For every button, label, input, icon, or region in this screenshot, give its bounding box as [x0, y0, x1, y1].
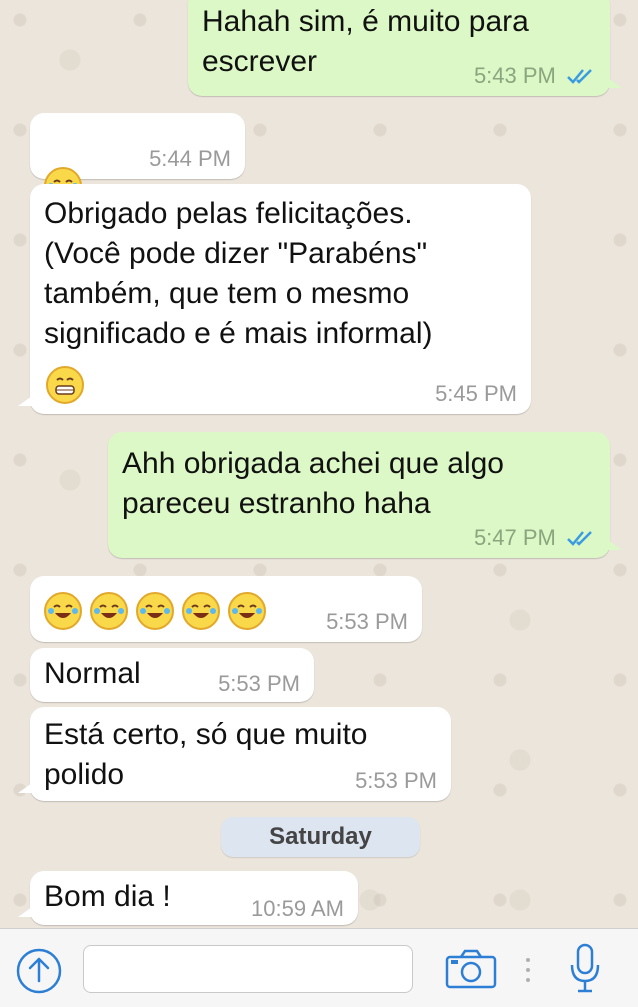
- tears-of-joy-emoji-icon: [182, 592, 220, 630]
- message-bubble-incoming[interactable]: 5:44 PM: [30, 113, 245, 205]
- message-time: 5:53 PM: [218, 671, 300, 696]
- emoji-row: [44, 592, 274, 641]
- upload-icon[interactable]: [15, 947, 63, 1000]
- microphone-icon[interactable]: [568, 943, 602, 1002]
- message-text: Obrigado pelas felicitações. (Você pode …: [44, 197, 433, 350]
- message-time: 10:59 AM: [251, 896, 344, 921]
- tears-of-joy-emoji-icon: [44, 592, 82, 630]
- message-time: 5:53 PM: [355, 768, 437, 793]
- message-text: Normal: [44, 657, 141, 690]
- message-bubble-incoming[interactable]: Está certo, só que muito polido 5:53 PM: [18, 707, 451, 801]
- grimacing-emoji-icon: [46, 366, 84, 404]
- tears-of-joy-emoji-icon: [228, 592, 266, 630]
- message-text: Ahh obrigada achei que algo pareceu estr…: [122, 447, 504, 520]
- message-time: 5:47 PM: [474, 526, 596, 550]
- tears-of-joy-emoji-icon: [90, 592, 128, 630]
- camera-icon[interactable]: [445, 949, 497, 994]
- message-text: Está certo, só que muito polido: [44, 718, 368, 791]
- read-receipt-icon: [567, 531, 592, 546]
- message-bubble-incoming[interactable]: Bom dia ! 10:59 AM: [18, 871, 358, 925]
- emoji-row: [46, 366, 92, 415]
- message-bubble-outgoing[interactable]: Ahh obrigada achei que algo pareceu estr…: [108, 432, 622, 558]
- message-time: 5:43 PM: [474, 64, 596, 88]
- message-bubble-outgoing[interactable]: Hahah sim, é muito para escrever 5:43 PM: [188, 0, 622, 96]
- message-text: Bom dia !: [44, 880, 171, 913]
- day-separator: Saturday: [221, 817, 420, 857]
- more-dots-icon[interactable]: [524, 957, 532, 990]
- chat-area: Hahah sim, é muito para escrever 5:43 PM…: [0, 0, 638, 928]
- message-bubble-incoming[interactable]: Obrigado pelas felicitações. (Você pode …: [18, 184, 531, 415]
- tears-of-joy-emoji-icon: [136, 592, 174, 630]
- message-time: 5:45 PM: [435, 381, 517, 406]
- read-receipt-icon: [567, 69, 592, 84]
- message-bubble-incoming[interactable]: 5:53 PM: [30, 576, 422, 642]
- message-time: 5:53 PM: [326, 609, 408, 634]
- message-input-bar: [0, 928, 638, 1007]
- message-input[interactable]: [83, 945, 413, 993]
- message-bubble-incoming[interactable]: Normal 5:53 PM: [30, 648, 314, 702]
- message-time: 5:44 PM: [149, 146, 231, 171]
